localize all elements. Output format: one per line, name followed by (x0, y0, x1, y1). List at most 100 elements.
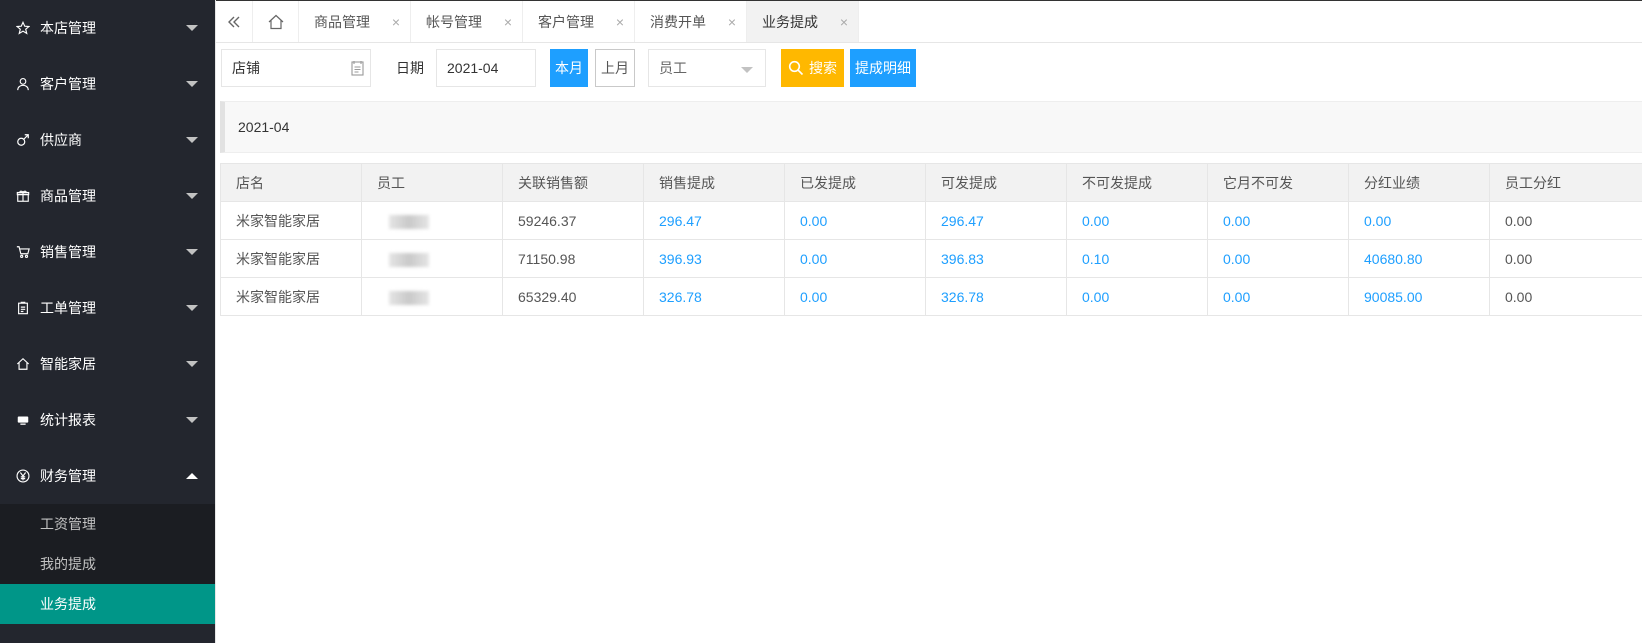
tab-label: 业务提成 (762, 13, 818, 30)
chevron-down-icon (186, 417, 198, 423)
other-month-unpayable-link[interactable]: 0.00 (1207, 201, 1349, 240)
menu-reports[interactable]: 统计报表 (0, 392, 215, 448)
tab-home[interactable] (253, 1, 299, 42)
table-row: 米家智能家居 71150.98 396.93 0.00 396.83 0.10 … (220, 239, 1642, 278)
user-icon (15, 76, 31, 92)
other-month-unpayable-link[interactable]: 0.00 (1207, 239, 1349, 278)
caret-down-icon (741, 67, 753, 73)
search-icon (788, 60, 804, 76)
double-chevron-left-icon (228, 16, 240, 27)
paid-commission-link[interactable]: 0.00 (784, 201, 926, 240)
tab-label: 商品管理 (314, 13, 370, 30)
sales-commission-link[interactable]: 326.78 (643, 277, 785, 316)
menu-label: 供应商 (40, 132, 82, 148)
male-icon (15, 132, 31, 148)
employee-dividend-cell: 0.00 (1489, 239, 1642, 278)
close-icon[interactable]: × (392, 14, 400, 30)
dividend-performance-link[interactable]: 90085.00 (1348, 277, 1490, 316)
tab-label: 客户管理 (538, 13, 594, 30)
store-select[interactable]: 店铺 (221, 49, 371, 87)
employee-placeholder: 员工 (659, 60, 687, 76)
paid-commission-link[interactable]: 0.00 (784, 239, 926, 278)
submenu-business-commission[interactable]: 业务提成 (0, 584, 215, 624)
redacted-name (389, 252, 429, 267)
col-header: 店名 (220, 163, 362, 202)
unpayable-commission-link[interactable]: 0.00 (1066, 201, 1208, 240)
payable-commission-link[interactable]: 296.47 (925, 201, 1067, 240)
close-icon[interactable]: × (728, 14, 736, 30)
payable-commission-link[interactable]: 326.78 (925, 277, 1067, 316)
other-month-unpayable-link[interactable]: 0.00 (1207, 277, 1349, 316)
redacted-name (389, 214, 429, 229)
employee-select[interactable]: 员工 (648, 49, 766, 87)
chevron-down-icon (186, 25, 198, 31)
sales-cell: 65329.40 (502, 277, 644, 316)
menu-smart-home[interactable]: 智能家居 (0, 336, 215, 392)
paid-commission-link[interactable]: 0.00 (784, 277, 926, 316)
chevron-up-icon (186, 473, 198, 479)
col-header: 关联销售额 (502, 163, 644, 202)
home-icon (15, 356, 31, 372)
tab-product-management[interactable]: 商品管理 × (299, 1, 411, 42)
payable-commission-link[interactable]: 396.83 (925, 239, 1067, 278)
menu-store-management[interactable]: 本店管理 (0, 0, 215, 56)
period-banner: 2021-04 (220, 101, 1642, 153)
collapse-sidebar-button[interactable] (216, 1, 253, 42)
dividend-performance-link[interactable]: 0.00 (1348, 201, 1490, 240)
sales-commission-link[interactable]: 396.93 (643, 239, 785, 278)
main-content: 商品管理 × 帐号管理 × 客户管理 × 消费开单 × 业务提成 × 店铺 日期… (215, 0, 1642, 643)
menu-supplier[interactable]: 供应商 (0, 112, 215, 168)
close-icon[interactable]: × (504, 14, 512, 30)
date-label: 日期 (396, 60, 424, 76)
col-header: 分红业绩 (1348, 163, 1490, 202)
employee-dividend-cell: 0.00 (1489, 201, 1642, 240)
unpayable-commission-link[interactable]: 0.10 (1066, 239, 1208, 278)
menu-work-order[interactable]: 工单管理 (0, 280, 215, 336)
menu-label: 客户管理 (40, 76, 96, 92)
dividend-performance-link[interactable]: 40680.80 (1348, 239, 1490, 278)
col-header: 销售提成 (643, 163, 785, 202)
employee-cell (361, 277, 503, 316)
table-header-row: 店名 员工 关联销售额 销售提成 已发提成 可发提成 不可发提成 它月不可发 分… (220, 163, 1642, 202)
col-header: 员工分红 (1489, 163, 1642, 202)
employee-cell (361, 239, 503, 278)
submenu-salary[interactable]: 工资管理 (0, 504, 215, 544)
menu-label: 财务管理 (40, 468, 96, 484)
tab-business-commission[interactable]: 业务提成 × (747, 1, 859, 42)
search-button[interactable]: 搜索 (781, 49, 844, 87)
col-header: 不可发提成 (1066, 163, 1208, 202)
menu-customer-management[interactable]: 客户管理 (0, 56, 215, 112)
submenu-my-commission[interactable]: 我的提成 (0, 544, 215, 584)
unpayable-commission-link[interactable]: 0.00 (1066, 277, 1208, 316)
commission-detail-button[interactable]: 提成明细 (850, 49, 916, 87)
period-text: 2021-04 (238, 119, 290, 135)
chevron-down-icon (186, 137, 198, 143)
monitor-icon (15, 412, 31, 428)
document-icon[interactable] (351, 60, 364, 76)
date-value: 2021-04 (447, 60, 499, 76)
search-label: 搜索 (809, 60, 837, 76)
sales-commission-link[interactable]: 296.47 (643, 201, 785, 240)
date-input[interactable]: 2021-04 (436, 49, 536, 87)
store-value: 店铺 (232, 60, 260, 76)
menu-sales-management[interactable]: 销售管理 (0, 224, 215, 280)
clipboard-icon (15, 300, 31, 316)
menu-label: 统计报表 (40, 412, 96, 428)
tab-consumption-order[interactable]: 消费开单 × (635, 1, 747, 42)
close-icon[interactable]: × (616, 14, 624, 30)
chevron-down-icon (186, 249, 198, 255)
tab-account-management[interactable]: 帐号管理 × (411, 1, 523, 42)
filter-bar: 店铺 日期 2021-04 本月 上月 员工 搜索 提成明细 (216, 45, 1642, 91)
sales-cell: 71150.98 (502, 239, 644, 278)
last-month-button[interactable]: 上月 (595, 49, 635, 87)
chevron-down-icon (186, 193, 198, 199)
store-cell: 米家智能家居 (220, 239, 362, 278)
tab-customer-management[interactable]: 客户管理 × (523, 1, 635, 42)
yen-icon (15, 468, 31, 484)
close-icon[interactable]: × (840, 14, 848, 30)
menu-product-management[interactable]: 商品管理 (0, 168, 215, 224)
this-month-button[interactable]: 本月 (550, 49, 588, 87)
chevron-down-icon (186, 81, 198, 87)
menu-finance-management[interactable]: 财务管理 (0, 448, 215, 504)
sales-cell: 59246.37 (502, 201, 644, 240)
